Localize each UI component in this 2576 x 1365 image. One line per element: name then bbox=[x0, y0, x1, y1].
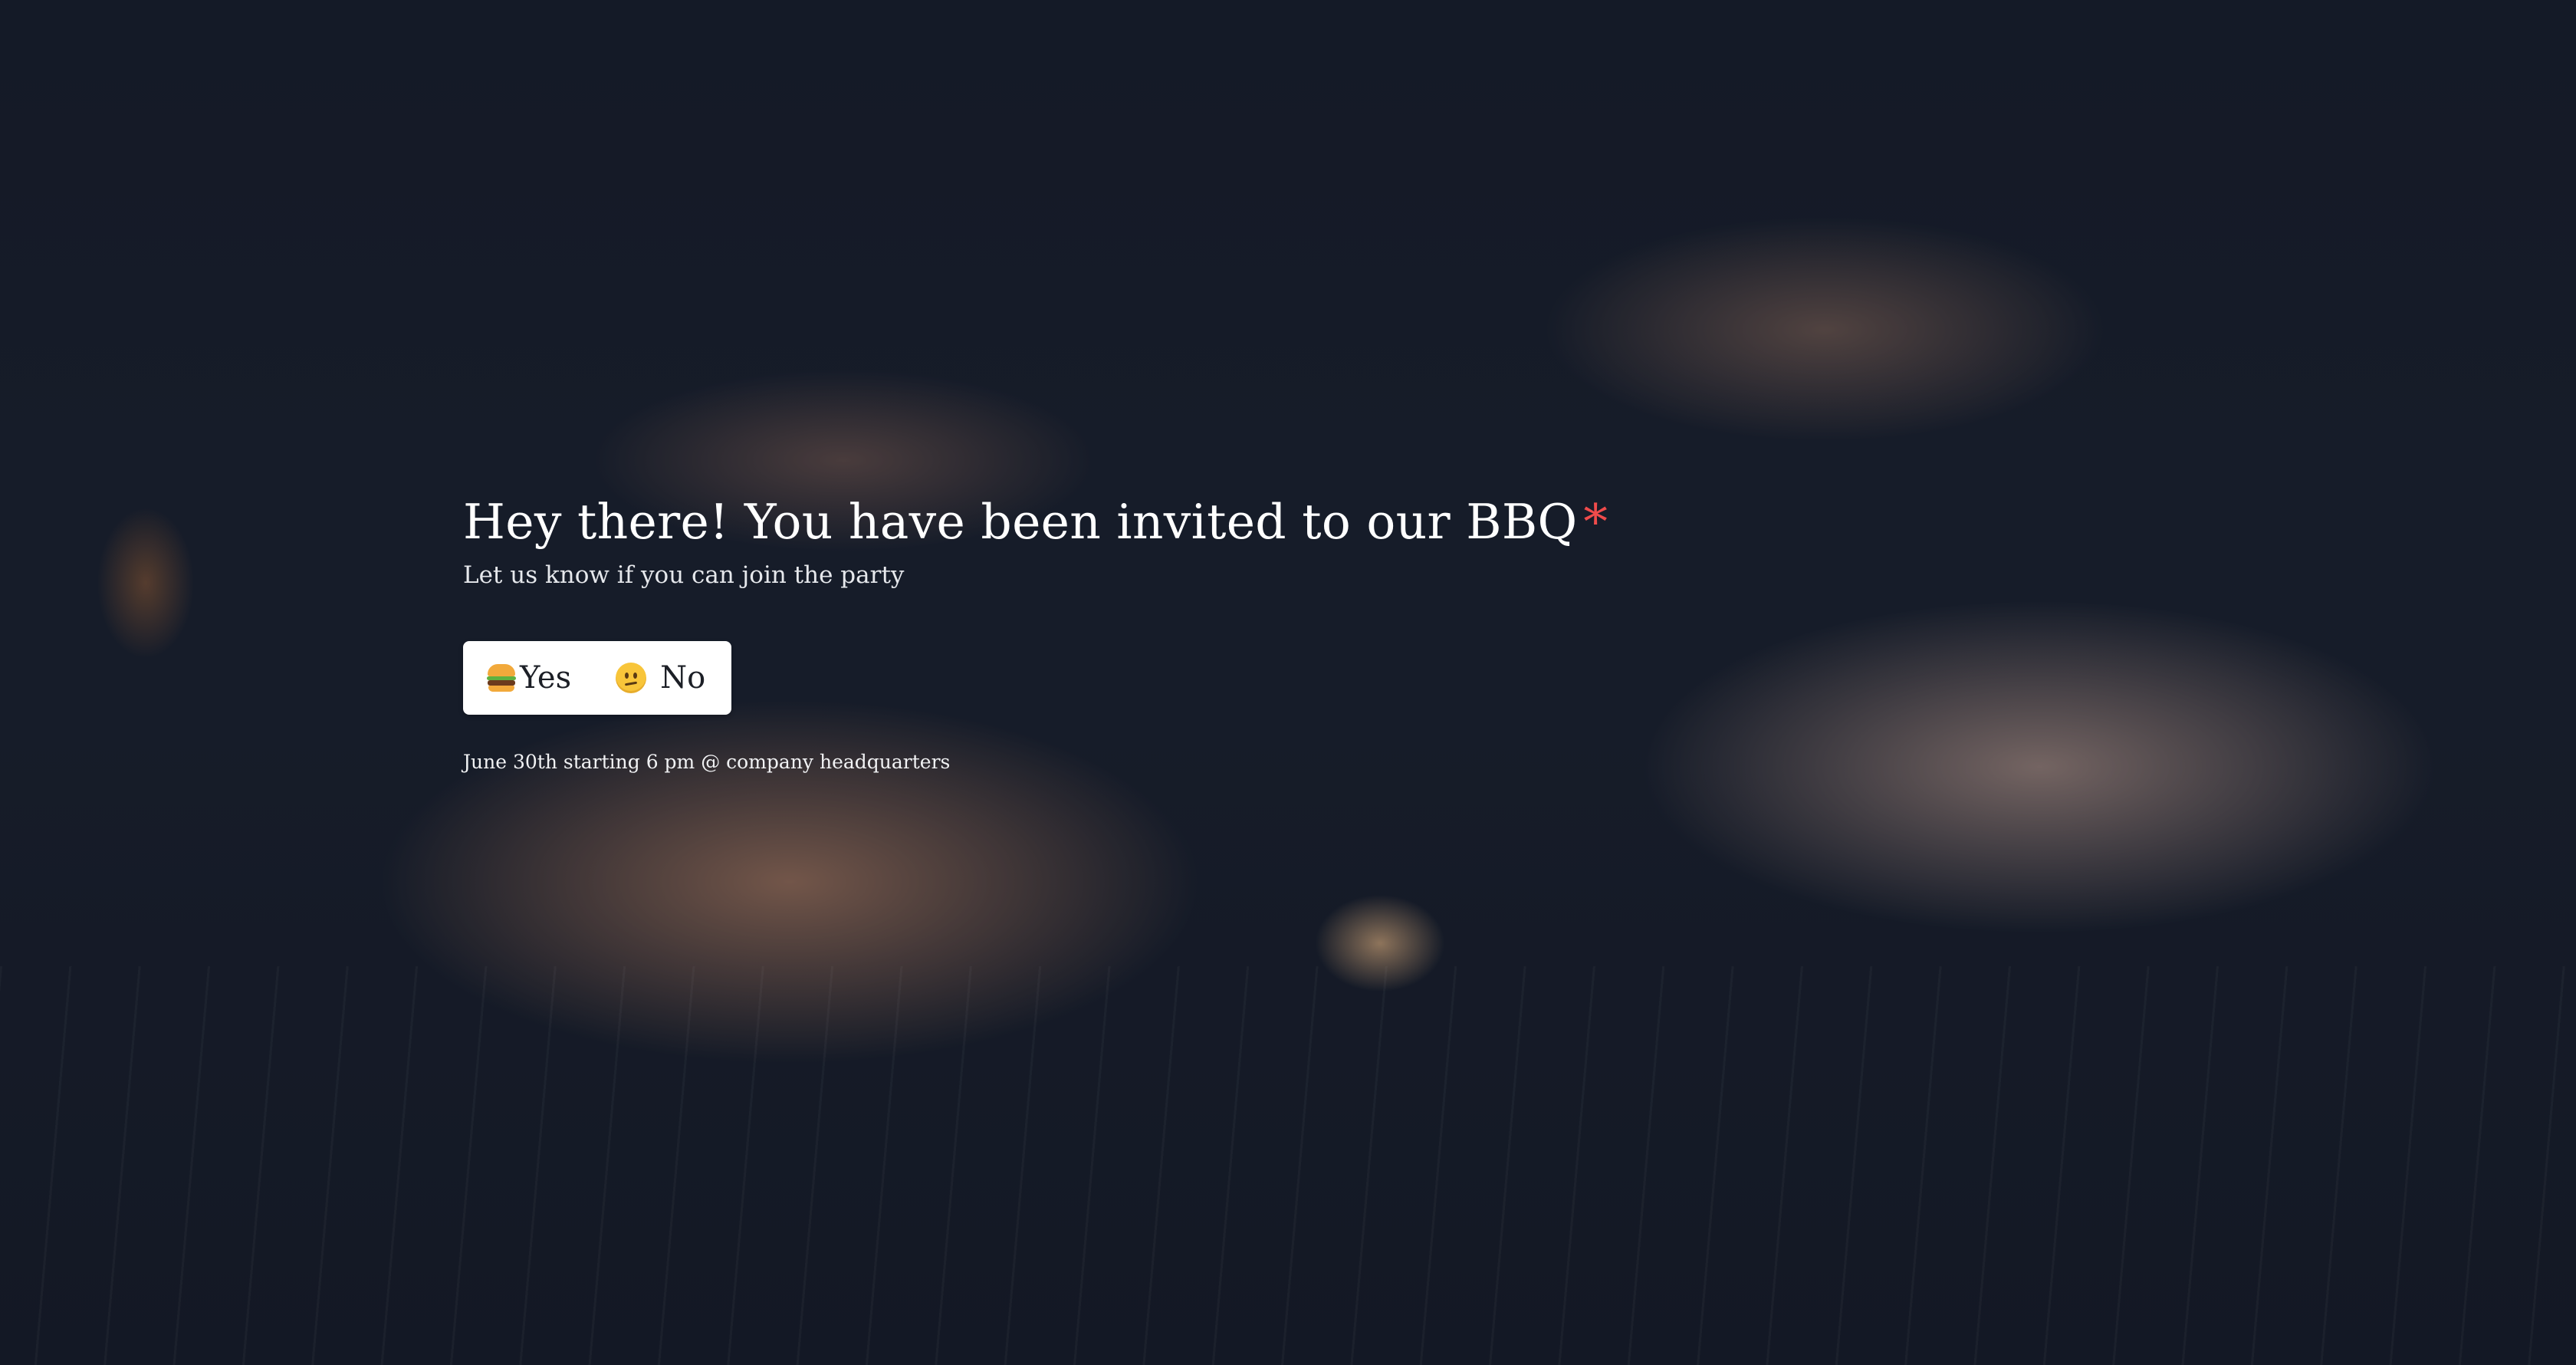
question-title-row: Hey there! You have been invited to our … bbox=[463, 491, 1613, 554]
no-choice-label: No bbox=[660, 660, 706, 696]
no-choice-button[interactable]: No bbox=[616, 660, 705, 696]
choice-group: Yes No bbox=[463, 641, 732, 715]
required-marker: * bbox=[1583, 494, 1608, 550]
confused-face-icon bbox=[616, 663, 647, 693]
burger-icon bbox=[486, 663, 517, 693]
event-details: June 30th starting 6 pm @ company headqu… bbox=[463, 751, 951, 773]
yes-choice-label: Yes bbox=[520, 660, 572, 696]
question-title: Hey there! You have been invited to our … bbox=[463, 494, 1578, 550]
question-subtitle: Let us know if you can join the party bbox=[463, 561, 905, 589]
yes-choice-button[interactable]: Yes bbox=[486, 660, 571, 696]
question-block: Hey there! You have been invited to our … bbox=[463, 491, 1613, 775]
